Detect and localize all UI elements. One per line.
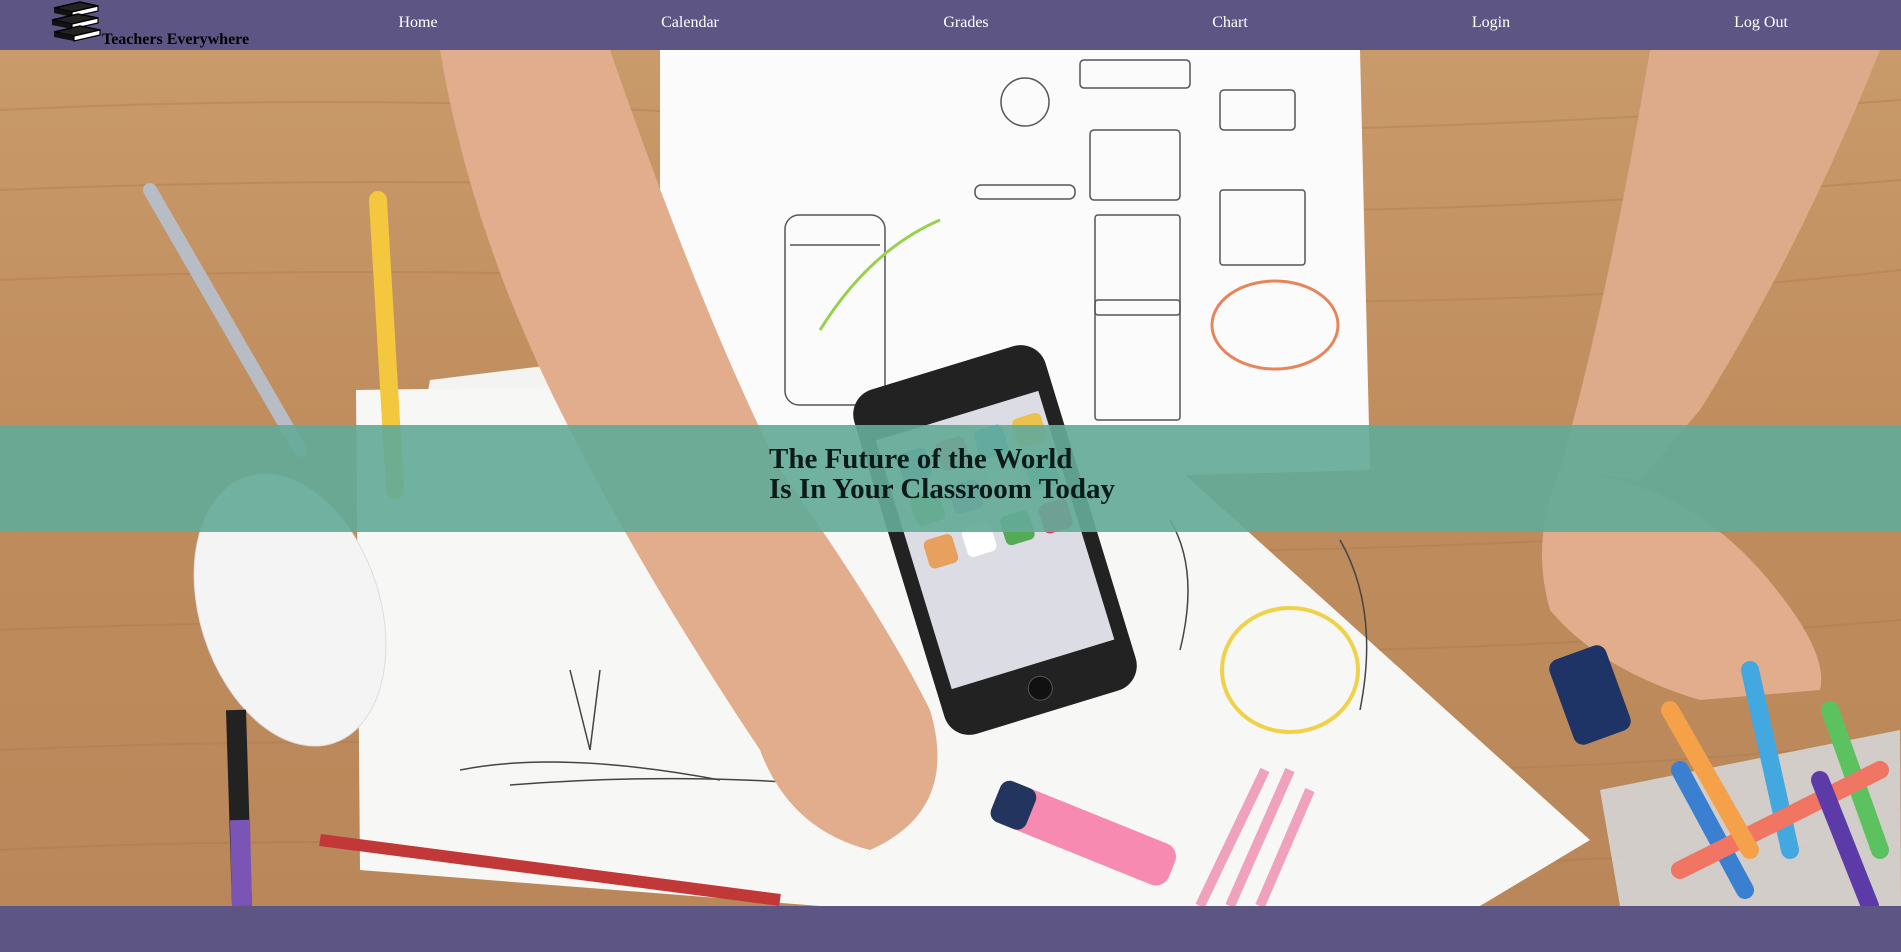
hero-headline-line-1: The Future of the World	[769, 443, 1073, 475]
hero-section: The Future of the World Is In Your Class…	[0, 50, 1901, 906]
brand-name: Teachers Everywhere	[102, 31, 250, 48]
nav-chart-link[interactable]: Chart	[1212, 14, 1248, 32]
nav-home-link[interactable]: Home	[398, 14, 437, 32]
nav-logout-link[interactable]: Log Out	[1734, 14, 1788, 32]
nav-calendar-link[interactable]: Calendar	[661, 14, 719, 32]
hero-banner: The Future of the World Is In Your Class…	[0, 425, 1901, 532]
navbar: Teachers Everywhere Home Calendar Grades…	[0, 0, 1901, 50]
books-stack-icon	[51, 1, 101, 42]
footer	[0, 906, 1901, 952]
hero-headline-line-2: Is In Your Classroom Today	[769, 473, 1115, 505]
nav-login-link[interactable]: Login	[1472, 14, 1510, 32]
hero-headline: The Future of the World Is In Your Class…	[769, 444, 1115, 504]
nav-grades-link[interactable]: Grades	[943, 14, 988, 32]
